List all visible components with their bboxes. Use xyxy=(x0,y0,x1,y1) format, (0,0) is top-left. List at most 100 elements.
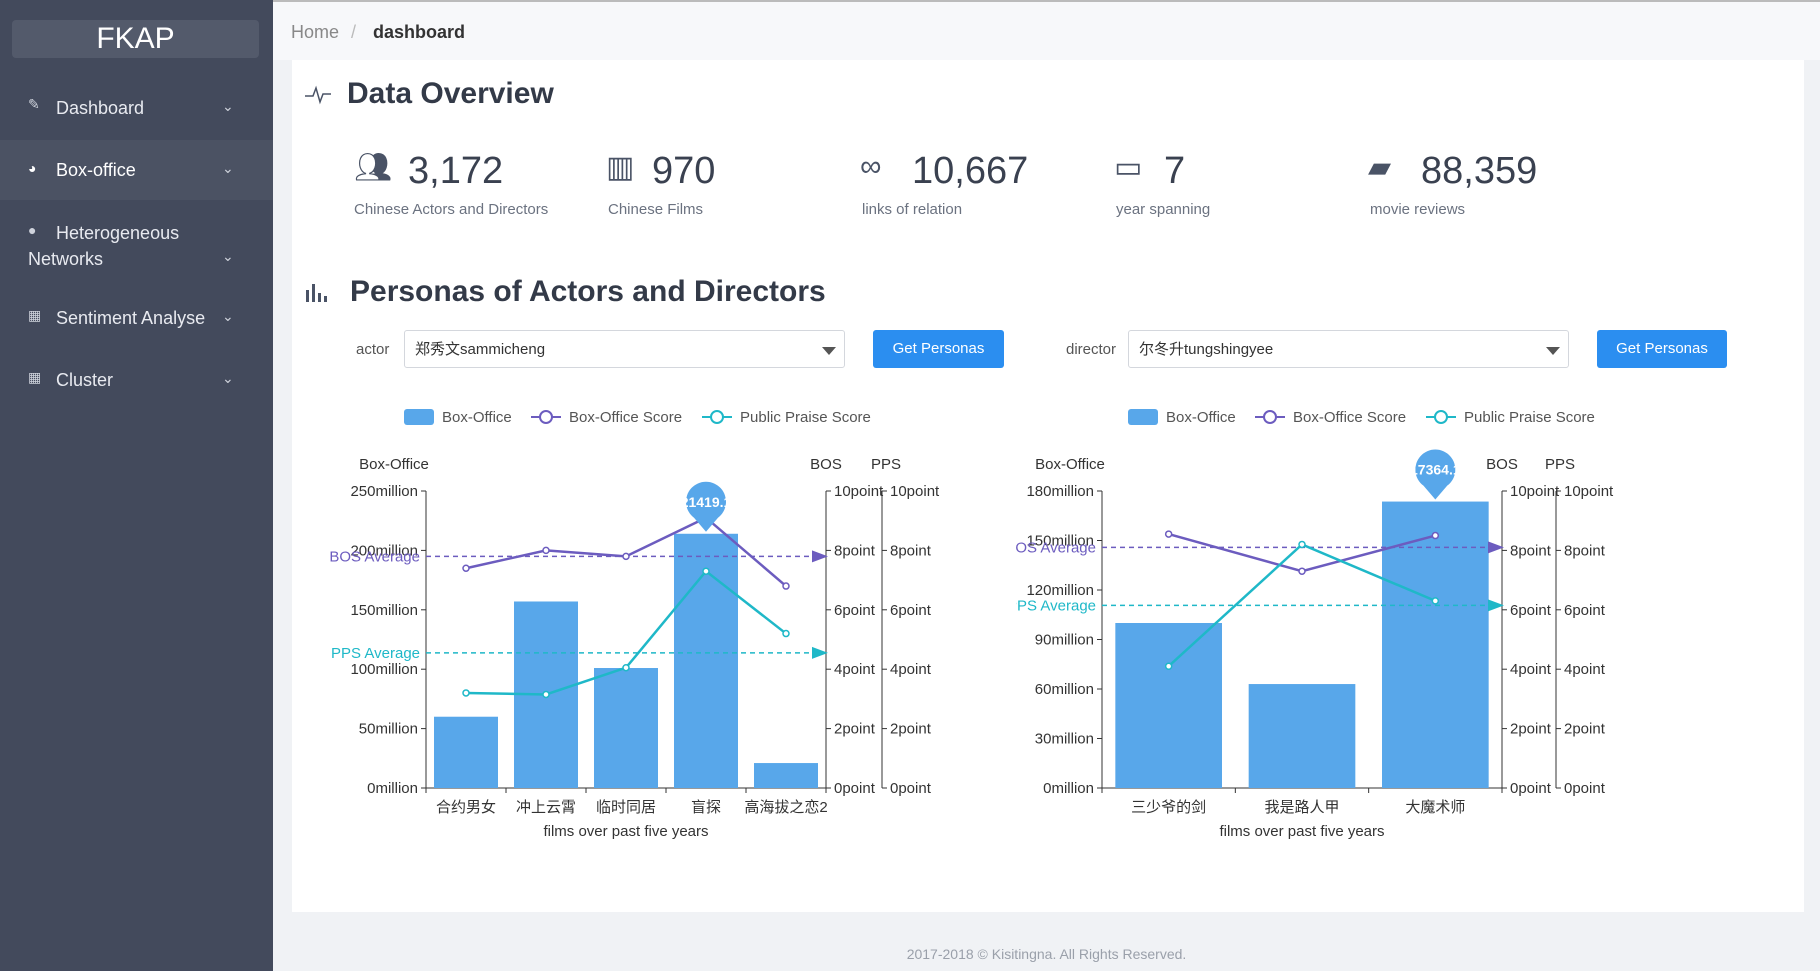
y-axis-title: Box-Office xyxy=(1035,456,1105,473)
overview-title: Data Overview xyxy=(347,77,554,110)
pulse-icon xyxy=(305,85,331,105)
y-tick-label: 250million xyxy=(350,483,418,500)
x-tick-label: 盲探 xyxy=(691,799,721,816)
y2-tick-label: 8point xyxy=(1510,542,1552,559)
y2-tick-label: 2point xyxy=(834,721,876,738)
y2-axis-title: BOS xyxy=(810,456,842,473)
y-tick-label: 150million xyxy=(350,602,418,619)
get-personas-actor-button[interactable]: Get Personas xyxy=(873,330,1004,368)
pps-point xyxy=(702,567,710,575)
breadcrumb-home[interactable]: Home xyxy=(291,22,339,43)
bar xyxy=(1115,623,1222,788)
bar xyxy=(594,668,658,788)
chevron-down-icon: ⌄ xyxy=(222,160,234,176)
x-tick-label: 合约男女 xyxy=(436,798,496,816)
chevron-down-icon: ⌄ xyxy=(222,248,234,264)
bos-average-label: BOS Average xyxy=(1016,539,1096,556)
grid-icon: ▦ xyxy=(28,369,42,385)
bos-point xyxy=(782,582,790,590)
sidebar-item-box-office[interactable]: ◕ Box-office ⌄ xyxy=(0,140,273,200)
director-select[interactable]: 尔冬升tungshingyee xyxy=(1128,330,1569,368)
y3-tick-label: 4point xyxy=(1564,661,1606,678)
calendar-icon: ▭ xyxy=(1114,151,1143,184)
legend-bar-swatch xyxy=(1128,409,1158,425)
pps-point xyxy=(542,690,550,699)
y-tick-label: 60million xyxy=(1035,681,1094,698)
sidebar-item-label: Sentiment Analyse xyxy=(56,308,206,328)
personas-title: Personas of Actors and Directors xyxy=(350,275,826,308)
stat-value: 88,359 xyxy=(1421,150,1538,192)
sidebar-item-label: Heterogeneous Networks xyxy=(28,223,180,269)
legend-label: Box-Office xyxy=(1166,409,1236,426)
sidebar-item-label: Cluster xyxy=(56,370,114,390)
y3-tick-label: 8point xyxy=(1564,542,1606,559)
x-tick-label: 冲上云霄 xyxy=(516,799,576,816)
get-personas-director-button[interactable]: Get Personas xyxy=(1597,330,1727,368)
bar xyxy=(1248,684,1356,788)
main-panel: Data Overview 👥︎ 3,172 Chinese Actors an… xyxy=(292,60,1804,912)
actor-label: actor xyxy=(356,341,390,358)
chevron-down-icon: ⌄ xyxy=(222,308,234,324)
x-tick-label: 高海拔之恋2 xyxy=(744,798,827,816)
director-select-value: 尔冬升tungshingyee xyxy=(1139,341,1274,358)
stat-label: year spanning xyxy=(1116,201,1211,218)
y-tick-label: 0million xyxy=(1043,780,1094,797)
stat-value: 7 xyxy=(1164,150,1186,192)
pps-point xyxy=(1431,597,1440,605)
y2-axis-title: BOS xyxy=(1486,456,1518,473)
stat-label: movie reviews xyxy=(1370,201,1466,218)
y-tick-label: 100million xyxy=(350,661,418,678)
chevron-down-icon: ⌄ xyxy=(222,98,234,114)
y2-tick-label: 10point xyxy=(834,483,884,500)
y3-tick-label: 6point xyxy=(890,602,932,619)
legend-label: Box-Office Score xyxy=(1293,409,1406,426)
y2-tick-label: 10point xyxy=(1510,483,1560,500)
bos-point xyxy=(542,546,550,555)
top-bar: Home / dashboard xyxy=(273,0,1820,60)
x-axis-title: films over past five years xyxy=(543,823,708,840)
y3-tick-label: 8point xyxy=(890,542,932,559)
y3-tick-label: 6point xyxy=(1564,602,1606,619)
y-tick-label: 30million xyxy=(1035,731,1094,748)
users-icon: 👥︎ xyxy=(354,151,393,184)
max-pin-label: 21419.1 xyxy=(681,494,732,510)
stat-label: Chinese Films xyxy=(608,201,704,218)
y3-tick-label: 0point xyxy=(890,780,932,797)
sidebar-item-heterogeneous-networks[interactable]: ● Heterogeneous Networks ⌄ xyxy=(0,218,273,278)
breadcrumb-separator: / xyxy=(351,22,357,42)
bos-point xyxy=(1164,530,1173,538)
bos-point xyxy=(1431,531,1440,540)
y2-tick-label: 0point xyxy=(834,780,876,797)
bos-point xyxy=(462,564,470,572)
x-tick-label: 我是路人甲 xyxy=(1264,799,1339,816)
stat-value: 10,667 xyxy=(912,150,1029,192)
pps-point xyxy=(622,663,630,672)
x-tick-label: 大魔术师 xyxy=(1405,799,1465,816)
y2-tick-label: 6point xyxy=(1510,602,1552,619)
y3-axis-title: PPS xyxy=(1545,456,1575,473)
legend-pps-marker xyxy=(710,410,724,424)
y-axis-title: Box-Office xyxy=(359,456,429,473)
y2-tick-label: 4point xyxy=(834,661,876,678)
legend-label: Box-Office xyxy=(442,409,512,426)
bar-chart-icon xyxy=(306,284,327,302)
stat-value: 3,172 xyxy=(408,150,504,192)
y2-tick-label: 0point xyxy=(1510,780,1552,797)
link-icon: ∞ xyxy=(860,150,882,183)
sidebar-item-sentiment-analyse[interactable]: ▦ Sentiment Analyse ⌄ xyxy=(0,302,273,334)
y-tick-label: 0million xyxy=(367,780,418,797)
actor-select[interactable]: 郑秀文sammicheng xyxy=(404,330,845,368)
grid-icon: ▦ xyxy=(28,307,42,323)
bos-point xyxy=(1298,567,1306,575)
stat-value: 970 xyxy=(652,150,716,192)
x-axis-title: films over past five years xyxy=(1219,823,1384,840)
y2-tick-label: 8point xyxy=(834,542,876,559)
caret-down-icon xyxy=(1546,347,1560,355)
sidebar-item-cluster[interactable]: ▦ Cluster ⌄ xyxy=(0,364,273,396)
sidebar: FKAP ✎ Dashboard ⌄ ◕ Box-office ⌄ ● Hete… xyxy=(0,0,273,971)
film-icon: ▥ xyxy=(606,151,635,184)
sidebar-item-dashboard[interactable]: ✎ Dashboard ⌄ xyxy=(0,92,273,124)
pps-point xyxy=(462,689,470,697)
director-persona-chart: Box-Office Box-Office Score Public Praise … xyxy=(1016,409,1614,840)
bar xyxy=(754,763,818,788)
